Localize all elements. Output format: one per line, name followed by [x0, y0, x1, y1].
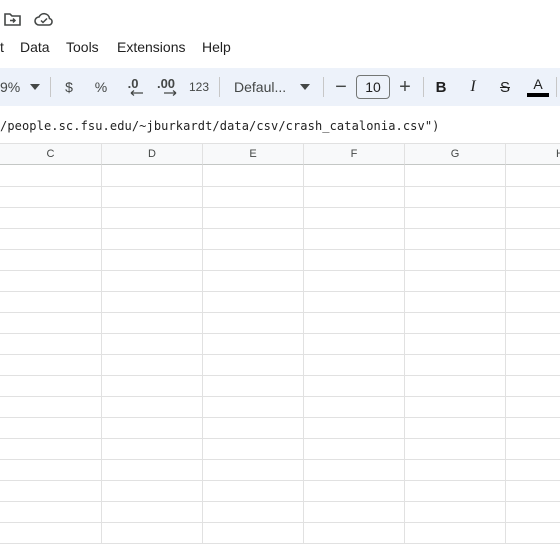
- grid-row-line: [0, 228, 560, 229]
- column-header-d[interactable]: D: [102, 144, 203, 165]
- column-header-g[interactable]: G: [405, 144, 506, 165]
- column-header-e[interactable]: E: [203, 144, 304, 165]
- grid-row-line: [0, 522, 560, 523]
- toolbar-divider: [50, 77, 51, 97]
- text-color-label: A: [533, 76, 543, 92]
- increase-font-size-button[interactable]: +: [394, 68, 416, 106]
- cloud-status-icon[interactable]: [34, 12, 54, 31]
- bold-button[interactable]: B: [431, 68, 451, 106]
- arrow-right-icon: [164, 90, 177, 96]
- chevron-down-icon: [30, 84, 41, 90]
- title-bar: [0, 0, 560, 36]
- column-header-c[interactable]: C: [0, 144, 102, 165]
- percent-format-button[interactable]: %: [90, 68, 112, 106]
- italic-button[interactable]: I: [463, 68, 483, 106]
- menu-data[interactable]: Data: [20, 39, 50, 55]
- currency-format-button[interactable]: $: [58, 68, 80, 106]
- toolbar-divider: [219, 77, 220, 97]
- grid-row-line: [0, 312, 560, 313]
- move-to-folder-icon[interactable]: [4, 12, 21, 31]
- menu-bar: t Data Tools Extensions Help: [0, 36, 560, 64]
- font-size-field[interactable]: 10: [356, 68, 390, 106]
- grid-row-line: [0, 270, 560, 271]
- arrow-left-icon: [130, 90, 143, 96]
- column-header-h[interactable]: H: [506, 144, 560, 165]
- grid-row-line: [0, 480, 560, 481]
- menu-extensions[interactable]: Extensions: [117, 39, 185, 55]
- grid-row-line: [0, 354, 560, 355]
- column-header-f[interactable]: F: [304, 144, 405, 165]
- increase-decimal-button[interactable]: .00: [152, 68, 180, 106]
- more-formats-button[interactable]: 123: [186, 68, 212, 106]
- menu-tools[interactable]: Tools: [66, 39, 99, 55]
- zoom-value: 9%: [0, 79, 21, 95]
- font-family-value: Defaul...: [234, 79, 287, 95]
- toolbar-divider: [423, 77, 424, 97]
- text-color-swatch: [527, 93, 549, 97]
- font-size-value[interactable]: 10: [356, 75, 390, 99]
- strikethrough-button[interactable]: S: [494, 68, 516, 106]
- column-header-h-label: H: [556, 148, 560, 160]
- grid-row-line: [0, 291, 560, 292]
- cell-grid[interactable]: [0, 165, 560, 544]
- grid-row-line: [0, 249, 560, 250]
- text-color-button[interactable]: A: [526, 68, 550, 106]
- chevron-down-icon: [300, 84, 311, 90]
- decrease-decimal-button[interactable]: .0: [120, 68, 146, 106]
- increase-decimal-label: .00: [156, 76, 176, 91]
- grid-row-line: [0, 333, 560, 334]
- decrease-font-size-button[interactable]: −: [330, 68, 352, 106]
- zoom-select[interactable]: 9%: [0, 68, 44, 106]
- toolbar-divider: [556, 77, 557, 97]
- grid-row-line: [0, 459, 560, 460]
- menu-help[interactable]: Help: [202, 39, 231, 55]
- grid-row-line: [0, 186, 560, 187]
- toolbar-divider: [323, 77, 324, 97]
- menu-format[interactable]: t: [0, 39, 4, 55]
- grid-row-line: [0, 417, 560, 418]
- grid-row-line: [0, 396, 560, 397]
- font-family-select[interactable]: Defaul...: [228, 68, 314, 106]
- formula-bar[interactable]: /people.sc.fsu.edu/~jburkardt/data/csv/c…: [0, 106, 560, 144]
- grid-row-line: [0, 501, 560, 502]
- toolbar: 9% $ % .0 .00 123 Defaul... − 10 + B I S…: [0, 68, 560, 106]
- grid-row-line: [0, 438, 560, 439]
- grid-row-line: [0, 207, 560, 208]
- grid-row-line: [0, 375, 560, 376]
- formula-text[interactable]: /people.sc.fsu.edu/~jburkardt/data/csv/c…: [0, 119, 439, 133]
- decrease-decimal-label: .0: [127, 76, 139, 91]
